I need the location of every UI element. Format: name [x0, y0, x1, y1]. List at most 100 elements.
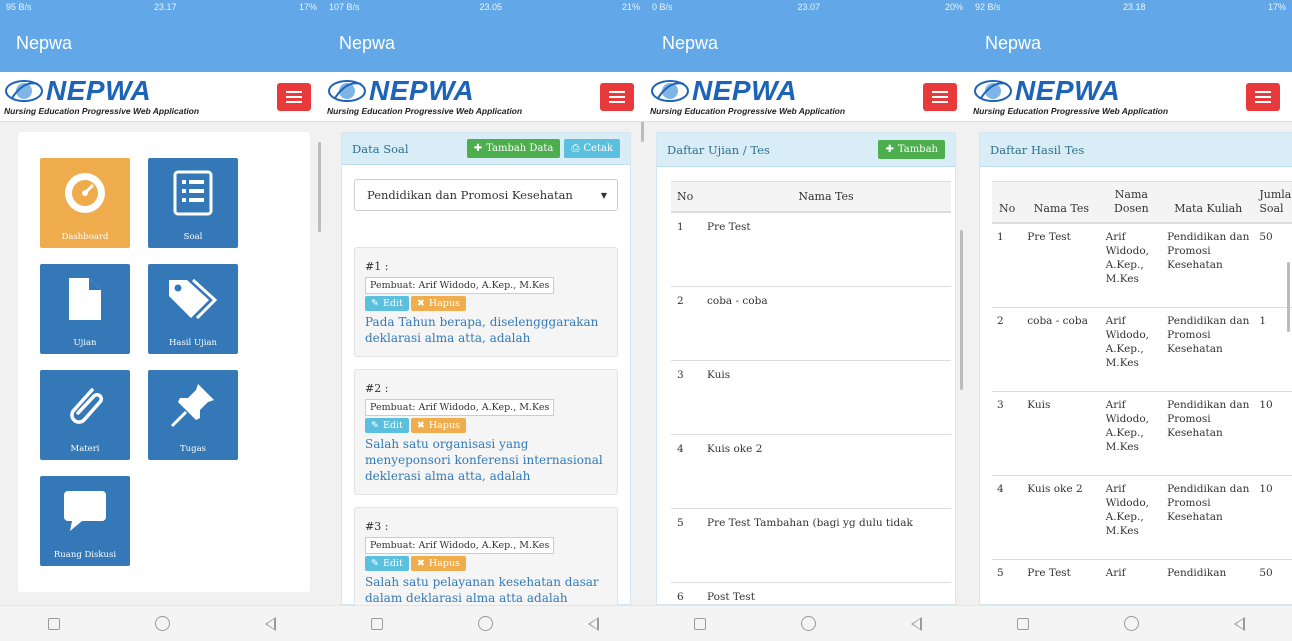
phone-data-soal: 107 B/s 23.05 21% Nepwa NEPWA Nursing Ed…: [323, 0, 646, 641]
row-number: 3: [671, 359, 701, 434]
table-row[interactable]: 4 Kuis oke 2 Arif Widodo, A.Kep., M.Kes Pen…: [992, 474, 1292, 559]
row-number: 6: [671, 581, 701, 605]
battery-level: 17%: [1267, 2, 1286, 12]
table-row[interactable]: 5 Pre Test Arif Pendidikan 50: [992, 558, 1292, 605]
column-header[interactable]: No: [992, 181, 1023, 224]
hamburger-menu-button[interactable]: [277, 82, 311, 111]
tile-tugas[interactable]: Tugas: [148, 370, 238, 460]
question-count: 10: [1254, 390, 1292, 475]
home-icon[interactable]: [154, 616, 170, 631]
question-author: Pembuat: Arif Widodo, A.Kep., M.Kes: [365, 537, 555, 554]
tile-label: Ujian: [73, 338, 97, 348]
tile-ujian[interactable]: Ujian: [40, 264, 130, 354]
status-bar: 92 B/s 23.18 17%: [969, 0, 1292, 14]
delete-button[interactable]: ✖ Hapus: [410, 296, 466, 311]
column-header[interactable]: Nama Tes: [1022, 181, 1101, 224]
globe-logo-icon: [328, 80, 366, 103]
recents-icon[interactable]: [47, 617, 60, 630]
network-speed: 107 B/s: [329, 2, 360, 12]
recents-icon[interactable]: [1016, 617, 1029, 630]
app-bar: Nepwa: [0, 14, 323, 72]
nepwa-logo[interactable]: NEPWA Nursing Education Progressive Web …: [973, 77, 1168, 116]
table-row[interactable]: 1 Pre Test Arif Widodo, A.Kep., M.Kes Pendi…: [992, 222, 1292, 307]
home-icon[interactable]: [477, 616, 493, 631]
delete-button[interactable]: ✖ Hapus: [410, 418, 466, 433]
nepwa-logo[interactable]: NEPWA Nursing Education Progressive Web …: [4, 77, 199, 116]
system-nav-bar: [0, 605, 323, 641]
edit-button[interactable]: ✎ Edit: [365, 418, 409, 433]
tile-hasil-ujian[interactable]: Hasil Ujian: [148, 264, 238, 354]
question-count: 10: [1254, 474, 1292, 559]
column-header[interactable]: Nama Tes: [701, 181, 951, 213]
paperclip-icon: [57, 380, 113, 430]
test-name: Kuis oke 2: [1022, 474, 1101, 559]
scrollbar[interactable]: [641, 122, 644, 142]
hamburger-menu-button[interactable]: [923, 82, 957, 111]
table-row[interactable]: 1 Pre Test: [671, 211, 951, 286]
table-row[interactable]: 4 Kuis oke 2: [671, 433, 951, 508]
course-select[interactable]: Pendidikan dan Promosi Kesehatan ▼: [354, 179, 618, 211]
panel-header: Daftar Hasil Tes: [980, 133, 1292, 167]
app-title: Nepwa: [985, 32, 1042, 53]
back-icon[interactable]: [587, 616, 599, 631]
table-row[interactable]: 2 coba - coba Arif Widodo, A.Kep., M.Kes Pe…: [992, 306, 1292, 391]
test-name: Pre Test Tambahan (bagi yg dulu tidak: [701, 507, 951, 582]
question-text[interactable]: Pada Tahun berapa, diselengggarakan dekl…: [365, 314, 607, 346]
table-row[interactable]: 3 Kuis: [671, 359, 951, 434]
home-icon[interactable]: [1123, 616, 1139, 631]
hamburger-menu-button[interactable]: [600, 82, 634, 111]
column-header[interactable]: Jumlah Soal: [1254, 181, 1292, 224]
recents-icon[interactable]: [693, 617, 706, 630]
edit-button[interactable]: ✎ Edit: [365, 556, 409, 571]
network-speed: 92 B/s: [975, 2, 1001, 12]
scrollbar[interactable]: [960, 230, 963, 390]
recents-icon[interactable]: [370, 617, 383, 630]
battery-level: 21%: [621, 2, 640, 12]
logo-tagline: Nursing Education Progressive Web Applic…: [973, 106, 1169, 117]
scrollbar[interactable]: [318, 142, 321, 232]
question-text[interactable]: Salah satu organisasi yang menyeponsori …: [365, 436, 607, 484]
print-icon: ⎙: [571, 143, 580, 154]
table-header-row: No Nama Tes: [671, 181, 951, 213]
tile-label: Soal: [183, 232, 203, 242]
document-icon: [57, 274, 113, 324]
back-icon[interactable]: [264, 616, 276, 631]
table-row[interactable]: 6 Post Test: [671, 581, 951, 605]
delete-button[interactable]: ✖ Hapus: [410, 556, 466, 571]
column-header[interactable]: No: [671, 181, 701, 213]
panel-header: Data Soal ✚ Tambah Data ⎙ Cetak: [342, 133, 630, 165]
home-icon[interactable]: [800, 616, 816, 631]
tile-ruang-diskusi[interactable]: Ruang Diskusi: [40, 476, 130, 566]
back-icon[interactable]: [1233, 616, 1245, 631]
app-bar: Nepwa: [646, 14, 969, 72]
print-button[interactable]: ⎙ Cetak: [564, 139, 620, 158]
back-icon[interactable]: [910, 616, 922, 631]
clock: 23.18: [1122, 2, 1146, 12]
test-name: Post Test: [701, 581, 951, 605]
table-row[interactable]: 5 Pre Test Tambahan (bagi yg dulu tidak: [671, 507, 951, 582]
test-name: coba - coba: [1022, 306, 1101, 391]
scrollbar[interactable]: [1287, 262, 1290, 332]
column-header[interactable]: Nama Dosen: [1100, 181, 1163, 224]
tile-soal[interactable]: Soal: [148, 158, 238, 248]
row-number: 4: [671, 433, 701, 508]
table-row[interactable]: 2 coba - coba: [671, 285, 951, 360]
nepwa-logo[interactable]: NEPWA Nursing Education Progressive Web …: [327, 77, 522, 116]
tile-materi[interactable]: Materi: [40, 370, 130, 460]
hamburger-menu-button[interactable]: [1246, 82, 1280, 111]
screenshot-strip: 95 B/s 23.17 17% Nepwa NEPWA Nursing Edu…: [0, 0, 1292, 641]
row-number: 3: [992, 390, 1023, 475]
tile-dashboard[interactable]: Dashboard: [40, 158, 130, 248]
course-name: Pendidikan: [1162, 558, 1255, 605]
phone-dashboard: 95 B/s 23.17 17% Nepwa NEPWA Nursing Edu…: [0, 0, 323, 641]
pencil-icon: ✎: [371, 420, 379, 431]
nepwa-logo[interactable]: NEPWA Nursing Education Progressive Web …: [650, 77, 845, 116]
table-row[interactable]: 3 Kuis Arif Widodo, A.Kep., M.Kes Pendidika…: [992, 390, 1292, 475]
column-header[interactable]: Mata Kuliah: [1162, 181, 1255, 224]
question-text[interactable]: Salah satu pelayanan kesehatan dasar dal…: [365, 574, 607, 605]
brand-bar: NEPWA Nursing Education Progressive Web …: [0, 72, 323, 122]
question-count: 50: [1254, 558, 1292, 605]
add-test-button[interactable]: ✚ Tambah: [878, 140, 945, 159]
add-data-button[interactable]: ✚ Tambah Data: [466, 139, 561, 158]
edit-button[interactable]: ✎ Edit: [365, 296, 409, 311]
